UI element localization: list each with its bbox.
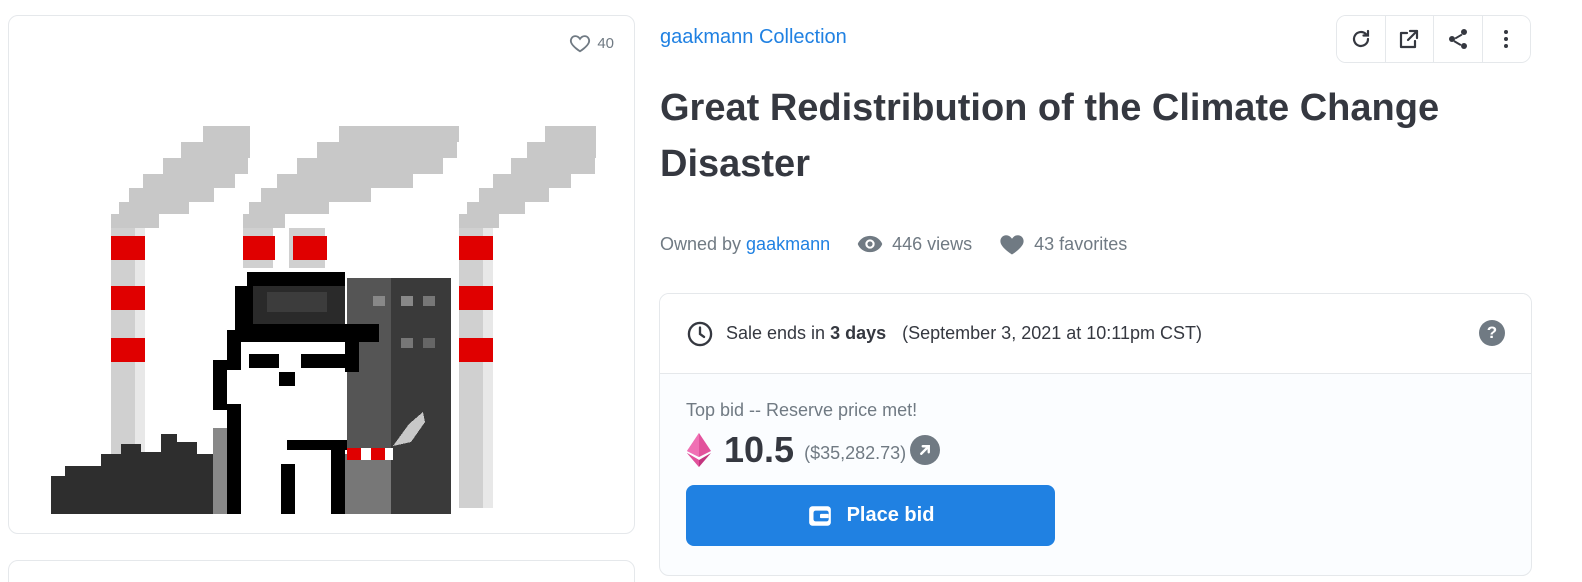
price-value: 10.5	[724, 429, 795, 470]
sale-ends-prefix: Sale ends in	[726, 323, 826, 343]
asset-details-card	[8, 560, 635, 582]
views-count: 446 views	[892, 233, 973, 254]
more-options-button[interactable]	[1482, 16, 1530, 62]
asset-image-card: 40	[8, 15, 635, 534]
external-link-icon	[1400, 29, 1419, 49]
asset-title: Great Redistribution of the Climate Chan…	[660, 87, 1440, 185]
asset-toolbar	[1336, 15, 1531, 63]
view-original-button[interactable]	[1385, 16, 1434, 62]
sale-ends-text: Sale ends in 3 days	[726, 323, 886, 344]
collection-link[interactable]: gaakmann Collection	[660, 26, 847, 49]
sale-ends-duration: 3 days	[830, 323, 887, 343]
clock-icon	[687, 321, 713, 346]
ethereum-icon	[687, 433, 711, 467]
favorites-stat: 43 favorites	[998, 230, 1127, 258]
sale-header: Sale ends in 3 days (September 3, 2021 a…	[660, 294, 1531, 374]
wallet-icon	[808, 505, 831, 526]
help-icon[interactable]: ?	[1479, 320, 1505, 346]
share-icon	[1448, 29, 1467, 49]
share-button[interactable]	[1434, 16, 1483, 62]
heart-outline-icon	[570, 35, 591, 53]
refresh-icon	[1352, 29, 1369, 48]
asset-meta-row: Owned by gaakmann 446 views 43 favorites	[660, 230, 1127, 258]
sale-panel: Sale ends in 3 days (September 3, 2021 a…	[659, 293, 1532, 576]
owner-link[interactable]: gaakmann	[746, 234, 830, 255]
sale-body: Top bid -- Reserve price met! 10.5 ($35,…	[660, 374, 1531, 546]
arrow-up-right-icon	[920, 445, 931, 455]
price-history-button[interactable]	[910, 435, 941, 465]
price-row: 10.5 ($35,282.73)	[686, 429, 1505, 471]
more-vertical-icon	[1504, 30, 1509, 48]
favorite-button[interactable]: 40	[569, 32, 614, 54]
nft-artwork	[51, 126, 596, 514]
favorites-count: 43 favorites	[1034, 233, 1128, 254]
views-stat: 446 views	[856, 230, 972, 258]
favorite-count: 40	[597, 34, 614, 52]
place-bid-label: Place bid	[846, 504, 935, 526]
sale-end-date: (September 3, 2021 at 10:11pm CST)	[902, 323, 1202, 343]
owned-by-label: Owned by	[660, 233, 742, 254]
price-usd: ($35,282.73)	[804, 442, 907, 463]
eye-icon	[857, 235, 883, 253]
heart-filled-icon	[1000, 235, 1024, 255]
refresh-button[interactable]	[1337, 16, 1386, 62]
place-bid-button[interactable]: Place bid	[686, 485, 1055, 546]
top-bid-label: Top bid -- Reserve price met!	[686, 400, 918, 420]
